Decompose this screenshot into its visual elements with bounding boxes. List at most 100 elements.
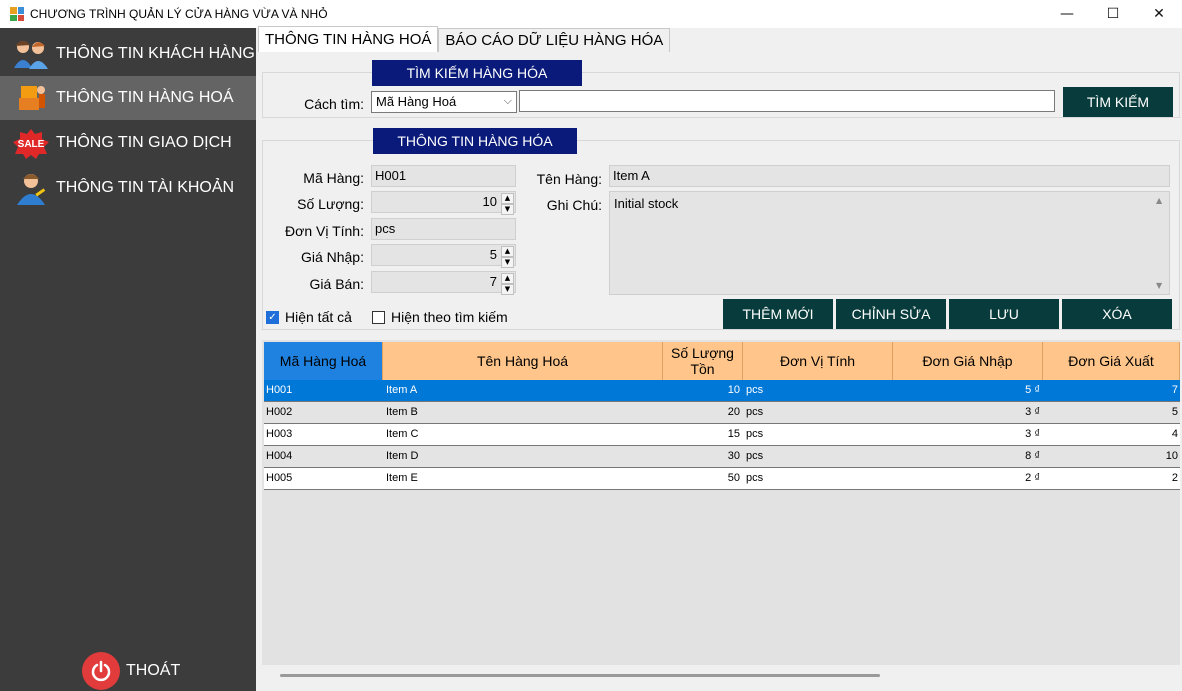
- grid-horizontal-scrollbar[interactable]: [262, 665, 1182, 687]
- window-titlebar: CHƯƠNG TRÌNH QUẢN LÝ CỬA HÀNG VỪA VÀ NHỎ…: [0, 0, 1182, 28]
- power-icon: [82, 652, 120, 690]
- cell-so-luong: 20: [727, 406, 740, 418]
- show-search-checkbox[interactable]: Hiện theo tìm kiếm: [372, 309, 508, 325]
- scroll-down-icon[interactable]: ▼: [1156, 281, 1162, 290]
- sidebar-item-customers[interactable]: THÔNG TIN KHÁCH HÀNG: [0, 32, 256, 76]
- scroll-up-icon[interactable]: ▲: [1156, 196, 1162, 205]
- add-button[interactable]: THÊM MỚI: [723, 299, 833, 329]
- sidebar: THÔNG TIN KHÁCH HÀNG THÔNG TIN HÀNG HOÁ …: [0, 28, 256, 691]
- close-button[interactable]: ✕: [1136, 0, 1182, 28]
- cell-ten: Item C: [386, 428, 419, 440]
- table-row[interactable]: H003 Item C 15 pcs 3 ₫ 4: [264, 424, 1180, 446]
- so-luong-stepper[interactable]: 10 ▲ ▼: [371, 191, 516, 215]
- spin-up-icon[interactable]: ▲: [501, 273, 514, 284]
- cell-gia-nhap: 3 ₫: [1025, 428, 1040, 440]
- minimize-button[interactable]: —: [1044, 0, 1090, 28]
- table-row[interactable]: H002 Item B 20 pcs 3 ₫ 5: [264, 402, 1180, 424]
- exit-button[interactable]: THOÁT: [82, 652, 180, 690]
- cell-gia-xuat: 2: [1171, 472, 1178, 484]
- spin-down-icon[interactable]: ▼: [501, 284, 514, 295]
- edit-button[interactable]: CHỈNH SỬA: [836, 299, 946, 329]
- search-method-select[interactable]: Mã Hàng Hoá ⌵: [371, 91, 517, 113]
- cell-gia-nhap: 2 ₫: [1025, 472, 1040, 484]
- chevron-down-icon: ⌵: [503, 94, 512, 107]
- gia-nhap-stepper[interactable]: 5 ▲ ▼: [371, 244, 516, 268]
- column-header-don-vi[interactable]: Đơn Vị Tính: [743, 342, 893, 380]
- search-method-label: Cách tìm:: [304, 96, 364, 112]
- delete-button[interactable]: XÓA: [1062, 299, 1172, 329]
- spin-up-icon[interactable]: ▲: [501, 246, 514, 257]
- tab-product-info[interactable]: THÔNG TIN HÀNG HOÁ: [258, 26, 439, 52]
- ten-hang-field[interactable]: Item A: [609, 165, 1170, 187]
- cell-ma: H004: [266, 450, 293, 462]
- maximize-button[interactable]: ☐: [1090, 0, 1136, 28]
- exit-label: THOÁT: [126, 662, 181, 679]
- cell-gia-xuat: 7: [1171, 384, 1178, 396]
- sidebar-item-label: THÔNG TIN HÀNG HOÁ: [56, 89, 234, 106]
- search-button[interactable]: TÌM KIẾM: [1063, 87, 1173, 117]
- app-icon: [10, 7, 24, 21]
- column-header-ma[interactable]: Mã Hàng Hoá: [264, 342, 383, 380]
- spin-down-icon[interactable]: ▼: [501, 257, 514, 268]
- tab-product-report[interactable]: BÁO CÁO DỮ LIỆU HÀNG HÓA: [438, 28, 671, 52]
- sidebar-item-label: THÔNG TIN TÀI KHOẢN: [56, 179, 235, 196]
- sidebar-item-label: THÔNG TIN GIAO DỊCH: [56, 134, 232, 151]
- cell-ma: H001: [266, 384, 293, 396]
- gia-ban-value: 7: [489, 274, 497, 289]
- ghi-chu-value: Initial stock: [614, 196, 679, 211]
- column-header-ten[interactable]: Tên Hàng Hoá: [383, 342, 663, 380]
- so-luong-value: 10: [482, 194, 497, 209]
- table-row[interactable]: H005 Item E 50 pcs 2 ₫ 2: [264, 468, 1180, 490]
- ten-hang-label: Tên Hàng:: [536, 171, 602, 187]
- sale-badge-text: SALE: [18, 139, 45, 150]
- tab-strip: THÔNG TIN HÀNG HOÁ BÁO CÁO DỮ LIỆU HÀNG …: [258, 26, 671, 52]
- don-vi-label: Đơn Vị Tính:: [285, 223, 364, 239]
- show-all-checkbox[interactable]: ✓ Hiện tất cả: [266, 309, 352, 325]
- don-vi-field[interactable]: pcs: [371, 218, 516, 240]
- scrollbar-thumb[interactable]: [280, 674, 880, 677]
- column-header-gia-xuat[interactable]: Đơn Giá Xuất: [1043, 342, 1180, 380]
- sidebar-item-account[interactable]: THÔNG TIN TÀI KHOẢN: [0, 166, 256, 210]
- cell-gia-nhap: 5 ₫: [1025, 384, 1040, 396]
- customers-icon: [10, 37, 52, 71]
- table-row[interactable]: H004 Item D 30 pcs 8 ₫ 10: [264, 446, 1180, 468]
- cell-don-vi: pcs: [746, 406, 764, 418]
- spin-down-icon[interactable]: ▼: [501, 204, 514, 215]
- gia-ban-label: Giá Bán:: [309, 276, 364, 292]
- cell-gia-xuat: 4: [1171, 428, 1178, 440]
- show-all-label: Hiện tất cả: [285, 309, 352, 325]
- column-header-gia-nhap[interactable]: Đơn Giá Nhập: [893, 342, 1043, 380]
- cell-so-luong: 15: [727, 428, 740, 440]
- gia-nhap-value: 5: [489, 247, 497, 262]
- gia-ban-stepper[interactable]: 7 ▲ ▼: [371, 271, 516, 295]
- spin-up-icon[interactable]: ▲: [501, 193, 514, 204]
- cell-ten: Item B: [386, 406, 418, 418]
- textarea-scrollbar[interactable]: ▲ ▼: [1153, 192, 1169, 294]
- products-grid: Mã Hàng Hoá Tên Hàng Hoá Số Lượng Tồn Đơ…: [262, 340, 1180, 665]
- account-user-icon: [10, 171, 52, 205]
- show-search-label: Hiện theo tìm kiếm: [391, 309, 508, 325]
- cell-ten: Item E: [386, 472, 418, 484]
- cell-ten: Item A: [386, 384, 418, 396]
- ghi-chu-textarea[interactable]: Initial stock ▲ ▼: [609, 191, 1170, 295]
- cell-so-luong: 50: [727, 472, 740, 484]
- cell-don-vi: pcs: [746, 428, 764, 440]
- sidebar-item-transactions[interactable]: SALE THÔNG TIN GIAO DỊCH: [0, 121, 256, 165]
- search-section-title: TÌM KIẾM HÀNG HÓA: [372, 60, 582, 86]
- cell-gia-xuat: 5: [1171, 406, 1178, 418]
- table-row[interactable]: H001 Item A 10 pcs 5 ₫ 7: [264, 380, 1180, 402]
- window-title: CHƯƠNG TRÌNH QUẢN LÝ CỬA HÀNG VỪA VÀ NHỎ: [30, 7, 328, 21]
- cell-ma: H002: [266, 406, 293, 418]
- sidebar-item-products[interactable]: THÔNG TIN HÀNG HOÁ: [0, 76, 256, 120]
- ma-hang-field[interactable]: H001: [371, 165, 516, 187]
- cell-gia-nhap: 8 ₫: [1025, 450, 1040, 462]
- cell-so-luong: 30: [727, 450, 740, 462]
- sidebar-item-label: THÔNG TIN KHÁCH HÀNG: [56, 45, 255, 62]
- column-header-so-luong[interactable]: Số Lượng Tồn: [663, 342, 743, 380]
- checkmark-icon: ✓: [266, 310, 279, 324]
- search-input[interactable]: [519, 90, 1055, 112]
- gia-nhap-label: Giá Nhập:: [300, 249, 364, 265]
- save-button[interactable]: LƯU: [949, 299, 1059, 329]
- cell-don-vi: pcs: [746, 384, 764, 396]
- ghi-chu-label: Ghi Chú:: [546, 197, 602, 213]
